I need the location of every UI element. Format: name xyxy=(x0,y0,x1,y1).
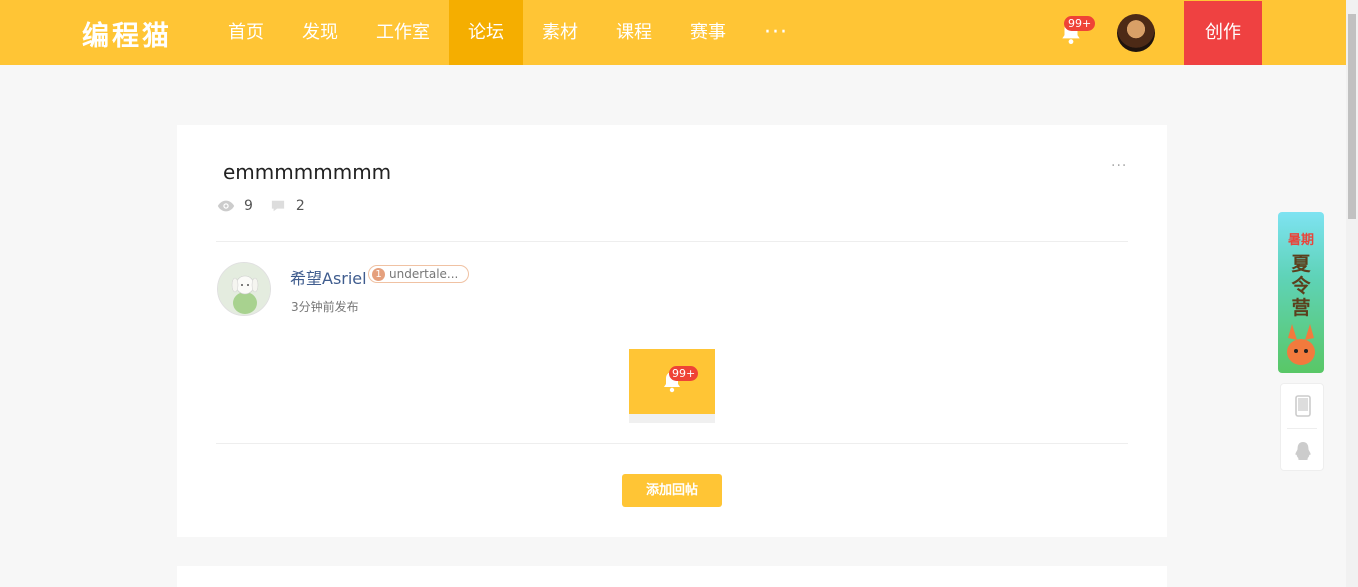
post-title: emmmmmmmm xyxy=(223,160,392,184)
nav-item-forum[interactable]: 论坛 xyxy=(449,0,523,65)
eye-icon xyxy=(217,200,235,212)
svg-text:营: 营 xyxy=(1291,296,1310,319)
nav-item-materials[interactable]: 素材 xyxy=(523,0,597,65)
post-stats: 9 2 xyxy=(217,198,305,214)
comment-count: 2 xyxy=(295,198,305,214)
nav-item-home[interactable]: 首页 xyxy=(209,0,283,65)
notification-count-badge: 99+ xyxy=(1064,16,1096,31)
divider xyxy=(216,241,1128,242)
scrollbar-thumb[interactable] xyxy=(1348,14,1356,219)
summer-camp-banner-art: 暑期 夏 令 营 xyxy=(1287,233,1315,365)
goat-avatar-icon xyxy=(218,263,270,315)
author-badge[interactable]: 1 undertale... xyxy=(368,265,470,283)
svg-text:夏: 夏 xyxy=(1291,253,1311,275)
top-navigation-bar: 编程猫 首页 发现 工作室 论坛 素材 课程 赛事 ··· 99+ 创作 xyxy=(0,0,1346,65)
nav-item-discover[interactable]: 发现 xyxy=(283,0,357,65)
post-image[interactable]: 99+ xyxy=(629,349,715,423)
nav-more-button[interactable]: ··· xyxy=(745,0,807,65)
mobile-app-button[interactable] xyxy=(1281,384,1325,428)
divider xyxy=(216,443,1128,444)
author-name-link[interactable]: 希望Asriel xyxy=(290,265,367,289)
site-logo[interactable]: 编程猫 xyxy=(82,14,172,53)
author-avatar[interactable] xyxy=(217,262,271,316)
qq-group-button[interactable] xyxy=(1281,429,1325,473)
badge-level: 1 xyxy=(372,268,385,281)
post-card: emmmmmmmm ··· 9 2 希望Asriel 1 undertale..… xyxy=(177,125,1167,537)
svg-text:暑期: 暑期 xyxy=(1287,233,1314,248)
view-count: 9 xyxy=(244,198,253,214)
create-button[interactable]: 创作 xyxy=(1184,1,1262,65)
summer-camp-banner[interactable]: 暑期 夏 令 营 xyxy=(1278,212,1324,373)
nav-item-events[interactable]: 赛事 xyxy=(671,0,745,65)
user-avatar[interactable] xyxy=(1117,14,1155,52)
phone-icon xyxy=(1295,395,1311,417)
svg-text:令: 令 xyxy=(1291,274,1311,297)
badge-text: undertale... xyxy=(389,267,459,281)
post-time: 3分钟前发布 xyxy=(291,300,359,314)
side-tools xyxy=(1280,383,1324,471)
more-options-button[interactable]: ··· xyxy=(1111,158,1127,174)
qq-icon xyxy=(1295,442,1311,460)
comment-icon xyxy=(271,200,285,212)
image-badge: 99+ xyxy=(669,366,699,381)
add-reply-button[interactable]: 添加回帖 xyxy=(622,474,722,507)
nav-item-studio[interactable]: 工作室 xyxy=(357,0,449,65)
nav-item-courses[interactable]: 课程 xyxy=(597,0,671,65)
main-nav: 首页 发现 工作室 论坛 素材 课程 赛事 ··· xyxy=(209,0,807,65)
reply-card xyxy=(177,566,1167,587)
page-scrollbar[interactable] xyxy=(1346,0,1358,587)
